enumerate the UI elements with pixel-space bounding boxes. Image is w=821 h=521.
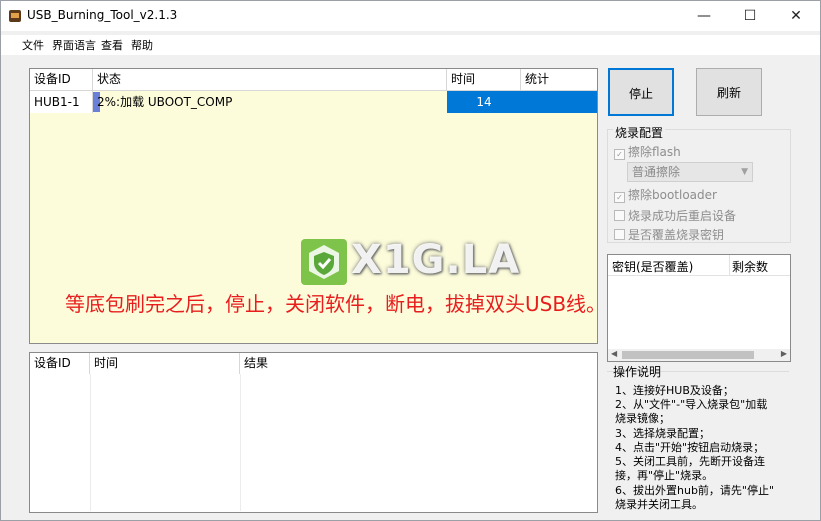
app-icon <box>9 10 21 22</box>
scroll-left-icon[interactable]: ◀ <box>611 349 617 358</box>
result-column-time[interactable]: 时间 <box>90 353 240 374</box>
scroll-right-icon[interactable]: ▶ <box>781 349 787 358</box>
app-window: USB_Burning_Tool_v2.1.3 — ☐ ✕ 文件 界面语言 查看… <box>0 0 821 521</box>
result-column-result[interactable]: 结果 <box>240 353 597 374</box>
help-title: 操作说明 <box>613 365 662 379</box>
column-divider <box>90 374 91 511</box>
title-bar[interactable]: USB_Burning_Tool_v2.1.3 — ☐ ✕ <box>1 1 820 31</box>
column-divider <box>729 255 730 275</box>
column-time[interactable]: 时间 <box>447 69 521 90</box>
column-device-id[interactable]: 设备ID <box>30 69 93 90</box>
minimize-button[interactable]: — <box>681 1 727 31</box>
chevron-down-icon: ▼ <box>741 167 748 177</box>
menu-view[interactable]: 查看 <box>101 37 123 53</box>
help-line: 烧录镜像； <box>615 412 670 425</box>
menu-bar: 文件 界面语言 查看 帮助 <box>1 35 820 55</box>
stats-cell <box>521 91 597 113</box>
horizontal-scrollbar[interactable]: ◀ ▶ <box>608 349 790 361</box>
watermark-logo <box>301 239 347 285</box>
erase-mode-value: 普通擦除 <box>632 165 681 179</box>
close-button[interactable]: ✕ <box>773 1 819 31</box>
watermark-text: X1G.LA <box>351 237 521 283</box>
menu-help[interactable]: 帮助 <box>131 37 153 53</box>
annotation-note: 等底包刷完之后，停止，关闭软件，断电，拔掉双头USB线。 <box>65 292 607 316</box>
column-divider <box>240 374 241 511</box>
checkbox-checked: ✓ <box>614 149 625 160</box>
refresh-button[interactable]: 刷新 <box>696 68 762 116</box>
result-column-device-id[interactable]: 设备ID <box>30 353 90 374</box>
key-table[interactable]: 密钥(是否覆盖) 剩余数 ◀ ▶ <box>607 254 791 362</box>
device-table-header: 设备ID 状态 时间 统计 <box>30 69 597 91</box>
column-stats[interactable]: 统计 <box>521 69 597 90</box>
time-cell: 14 <box>447 91 521 113</box>
column-status[interactable]: 状态 <box>93 69 447 90</box>
burn-config-title: 烧录配置 <box>613 124 666 141</box>
maximize-button[interactable]: ☐ <box>727 1 773 31</box>
table-row[interactable]: HUB1-1 2%:加载 UBOOT_COMP 14 <box>30 91 597 113</box>
reboot-after-checkbox[interactable]: 烧录成功后重启设备 <box>614 207 736 224</box>
overwrite-key-checkbox[interactable]: 是否覆盖烧录密钥 <box>614 226 724 243</box>
reboot-after-label: 烧录成功后重启设备 <box>628 209 737 223</box>
overwrite-key-label: 是否覆盖烧录密钥 <box>628 228 725 242</box>
help-line: 接，再"停止"烧录。 <box>615 469 714 482</box>
key-column-remaining[interactable]: 剩余数 <box>732 258 768 275</box>
result-table-header: 设备ID 时间 结果 <box>30 353 597 374</box>
status-cell: 2%:加载 UBOOT_COMP <box>93 91 447 113</box>
erase-flash-checkbox[interactable]: ✓ 擦除flash <box>614 143 681 160</box>
window-title: USB_Burning_Tool_v2.1.3 <box>27 8 178 22</box>
device-id-cell: HUB1-1 <box>30 91 93 113</box>
key-column-key[interactable]: 密钥(是否覆盖) <box>612 258 693 275</box>
stop-button[interactable]: 停止 <box>608 68 674 116</box>
erase-mode-select[interactable]: 普通擦除 ▼ <box>627 162 753 182</box>
menu-language[interactable]: 界面语言 <box>52 37 96 53</box>
erase-bootloader-label: 擦除bootloader <box>628 188 717 202</box>
scrollbar-thumb[interactable] <box>622 351 754 359</box>
checkbox-checked: ✓ <box>614 192 625 203</box>
checkbox-unchecked <box>614 210 625 221</box>
checkbox-unchecked <box>614 229 625 240</box>
erase-flash-label: 擦除flash <box>628 145 681 159</box>
menu-file[interactable]: 文件 <box>22 37 44 53</box>
result-table[interactable]: 设备ID 时间 结果 <box>29 352 598 513</box>
erase-bootloader-checkbox[interactable]: ✓ 擦除bootloader <box>614 186 717 203</box>
status-text: 2%:加载 UBOOT_COMP <box>97 95 233 109</box>
key-table-header: 密钥(是否覆盖) 剩余数 <box>608 255 790 276</box>
help-line: 烧录并关闭工具。 <box>615 498 703 511</box>
